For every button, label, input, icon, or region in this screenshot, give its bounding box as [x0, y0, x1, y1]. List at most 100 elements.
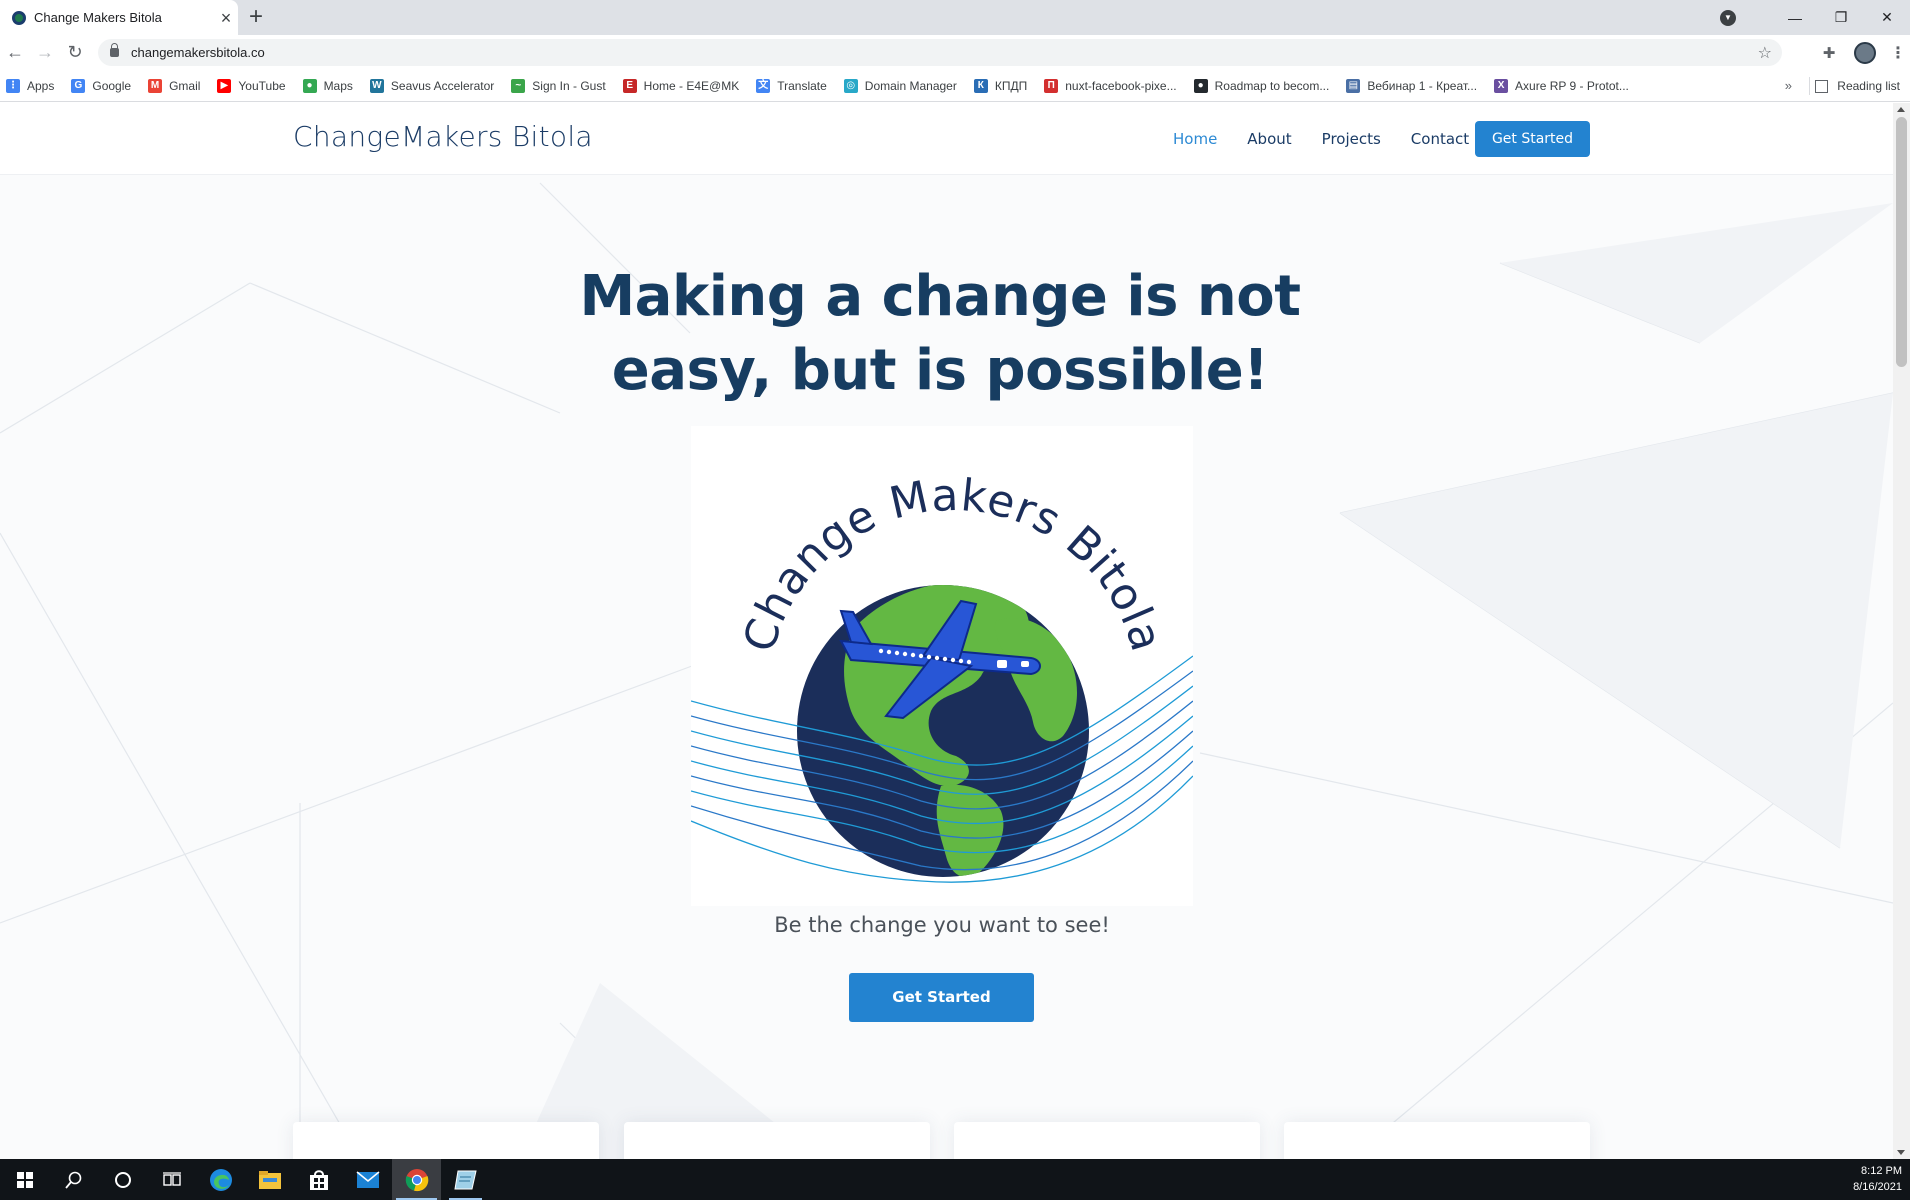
- lock-icon[interactable]: [110, 43, 119, 57]
- gust-icon: ~: [511, 78, 526, 93]
- youtube-icon: ▶: [217, 78, 232, 93]
- gmail-icon: M: [148, 78, 163, 93]
- nav-link-home[interactable]: Home: [1173, 130, 1217, 148]
- bookmark-label: Home - E4E@MK: [643, 78, 740, 93]
- apps-grid-icon: ⋮: [6, 78, 20, 93]
- bookmark-item[interactable]: ▶ YouTube: [217, 78, 286, 93]
- hero-tagline: Be the change you want to see!: [774, 913, 1110, 937]
- bookmark-item[interactable]: ◎ Domain Manager: [843, 78, 957, 93]
- bookmark-label: Apps: [27, 78, 55, 93]
- bookmark-label: Domain Manager: [864, 78, 957, 93]
- axure-icon: X: [1494, 78, 1509, 93]
- browser-menu-icon[interactable]: ⋮: [1886, 43, 1910, 63]
- new-tab-button[interactable]: +: [249, 4, 263, 30]
- hero-logo-image: Change Makers Bitola: [690, 426, 1194, 906]
- bookmark-item[interactable]: К КПДП: [973, 78, 1027, 93]
- nav-link-contact[interactable]: Contact: [1411, 130, 1469, 148]
- reading-list-label: Reading list: [1837, 79, 1900, 93]
- browser-tab[interactable]: Change Makers Bitola ×: [0, 0, 238, 35]
- address-bar[interactable]: changemakersbitola.co ☆: [98, 39, 1782, 66]
- edge-icon: [209, 1168, 232, 1191]
- back-button[interactable]: ←: [0, 42, 30, 63]
- kpdp-icon: К: [973, 78, 988, 93]
- bookmark-label: Roadmap to becom...: [1214, 78, 1330, 93]
- divider: [1809, 77, 1810, 95]
- bookmark-item[interactable]: X Axure RP 9 - Protot...: [1494, 78, 1629, 93]
- bookmark-item[interactable]: ~ Sign In - Gust: [511, 78, 606, 93]
- bookmark-item[interactable]: W Seavus Accelerator: [369, 78, 495, 93]
- scroll-down-icon[interactable]: [1897, 1150, 1905, 1155]
- domain-icon: ◎: [843, 78, 858, 93]
- tab-search-icon[interactable]: ▼: [1720, 9, 1736, 26]
- site-brand-logo[interactable]: ChangeMakers Bitola: [293, 120, 593, 153]
- tab-title: Change Makers Bitola: [34, 10, 162, 25]
- forward-button[interactable]: →: [30, 42, 60, 63]
- bookmark-item[interactable]: ▤ Вебинар 1 - Креат...: [1346, 78, 1478, 93]
- hero-title-line-2: easy, but is possible!: [611, 338, 1269, 403]
- scroll-up-icon[interactable]: [1897, 107, 1905, 112]
- browser-tab-strip: Change Makers Bitola × + ▼ — ❐ ✕: [0, 0, 1910, 35]
- bookmark-label: Google: [92, 78, 132, 93]
- nav-get-started-button[interactable]: Get Started: [1475, 121, 1590, 157]
- taskbar-file-explorer[interactable]: [245, 1159, 294, 1200]
- scrollbar-thumb[interactable]: [1896, 117, 1907, 367]
- bookmark-item[interactable]: M Gmail: [148, 78, 200, 93]
- reload-button[interactable]: ↻: [60, 42, 90, 63]
- minimize-icon[interactable]: —: [1772, 10, 1818, 26]
- hero-get-started-button[interactable]: Get Started: [849, 973, 1034, 1022]
- browser-toolbar: ← → ↻ changemakersbitola.co ☆ ✚ ⋮: [0, 35, 1910, 70]
- bookmark-item[interactable]: E Home - E4E@MK: [622, 78, 740, 93]
- taskbar-notes-app[interactable]: [441, 1159, 490, 1200]
- start-button[interactable]: [0, 1159, 49, 1200]
- search-icon: [64, 1171, 81, 1189]
- taskbar-store[interactable]: [294, 1159, 343, 1200]
- main-nav: Home About Projects Contact: [1173, 103, 1499, 175]
- bookmark-star-icon[interactable]: ☆: [1758, 43, 1772, 63]
- window-controls: ▼ — ❐ ✕: [1720, 0, 1910, 35]
- tab-close-icon[interactable]: ×: [214, 8, 238, 28]
- file-explorer-icon: [258, 1170, 281, 1189]
- nav-link-projects[interactable]: Projects: [1322, 130, 1381, 148]
- bookmark-item[interactable]: G Google: [71, 78, 132, 93]
- bookmark-label: nuxt-facebook-pixe...: [1065, 78, 1177, 93]
- bookmark-item[interactable]: Пnuxt-facebook-pixe...: [1044, 78, 1177, 93]
- bookmark-item[interactable]: ● Roadmap to becom...: [1193, 78, 1330, 93]
- site-header: ChangeMakers Bitola Home About Projects Con…: [0, 103, 1893, 175]
- feature-card[interactable]: [954, 1122, 1260, 1159]
- taskbar-mail[interactable]: [343, 1159, 392, 1200]
- mail-icon: [355, 1170, 380, 1188]
- bookmark-item[interactable]: 文 Translate: [756, 78, 827, 93]
- restore-icon[interactable]: ❐: [1818, 9, 1864, 26]
- close-window-icon[interactable]: ✕: [1864, 9, 1910, 26]
- bookmark-label: YouTube: [238, 78, 286, 93]
- taskbar-search[interactable]: [49, 1159, 98, 1200]
- webinar-icon: ▤: [1346, 78, 1361, 93]
- bookmark-label: Translate: [777, 78, 827, 93]
- feature-card[interactable]: [293, 1122, 599, 1159]
- task-view-button[interactable]: [147, 1159, 196, 1200]
- taskbar-edge[interactable]: [196, 1159, 245, 1200]
- url-text[interactable]: changemakersbitola.co: [131, 45, 1758, 60]
- cortana-icon: [114, 1171, 131, 1188]
- bookmark-label: Seavus Accelerator: [390, 78, 495, 93]
- page-viewport: ChangeMakers Bitola Home About Projects Con…: [0, 103, 1893, 1159]
- nav-link-about[interactable]: About: [1247, 130, 1291, 148]
- feature-card[interactable]: [624, 1122, 930, 1159]
- feature-card[interactable]: [1284, 1122, 1590, 1159]
- windows-taskbar: 8:12 PM 8/16/2021: [0, 1159, 1910, 1200]
- bookmark-item[interactable]: ● Maps: [302, 78, 353, 93]
- e4e-icon: E: [622, 78, 637, 93]
- reading-list-button[interactable]: Reading list: [1815, 70, 1900, 102]
- bookmark-label: Maps: [323, 78, 353, 93]
- taskbar-clock[interactable]: 8:12 PM 8/16/2021: [1853, 1163, 1902, 1195]
- profile-avatar[interactable]: [1854, 41, 1876, 64]
- bookmark-label: Sign In - Gust: [532, 78, 606, 93]
- bookmark-label: Вебинар 1 - Креат...: [1367, 78, 1478, 93]
- bookmarks-overflow-icon[interactable]: »: [1785, 78, 1792, 93]
- red-square-icon: П: [1044, 78, 1059, 93]
- taskbar-chrome[interactable]: [392, 1159, 441, 1200]
- extensions-icon[interactable]: ✚: [1814, 44, 1844, 62]
- cortana-button[interactable]: [98, 1159, 147, 1200]
- page-scrollbar[interactable]: [1893, 103, 1910, 1159]
- bookmark-item[interactable]: ⋮ Apps: [6, 78, 55, 93]
